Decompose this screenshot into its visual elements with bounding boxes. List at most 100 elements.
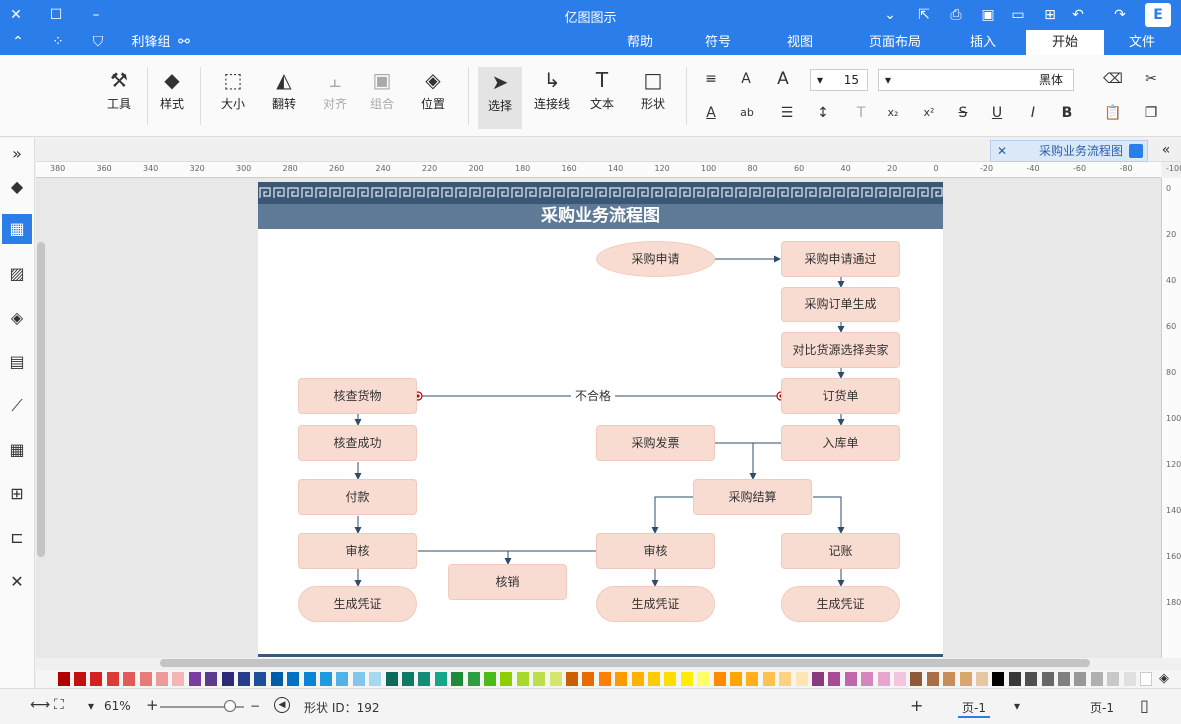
new-icon[interactable]: ⊞ xyxy=(1040,5,1060,25)
save-icon[interactable]: ▣ xyxy=(978,5,998,25)
color-swatch[interactable] xyxy=(303,672,316,686)
node-request-approved[interactable]: 采购申请通过 xyxy=(781,241,900,277)
highlight-icon[interactable]: ab xyxy=(736,102,758,124)
tab-page-layout[interactable]: 页面布局 xyxy=(860,30,930,55)
node-review-middle[interactable]: 审核 xyxy=(596,533,715,569)
text-style-icon[interactable]: T xyxy=(850,102,872,124)
node-invoice[interactable]: 采购发票 xyxy=(596,425,715,461)
color-swatch[interactable] xyxy=(336,672,349,686)
decrease-font-icon[interactable]: A xyxy=(735,68,757,90)
collapse-ribbon-icon[interactable]: ⌃ xyxy=(8,32,28,52)
text-button[interactable]: T 文本 xyxy=(580,65,624,112)
color-swatch[interactable] xyxy=(1123,672,1136,686)
org-icon[interactable]: ⊞ xyxy=(5,482,29,506)
paste-icon[interactable]: 📋 xyxy=(1102,102,1124,124)
color-swatch[interactable] xyxy=(156,672,168,686)
color-swatch[interactable] xyxy=(188,672,201,686)
color-swatch[interactable] xyxy=(402,672,414,686)
color-swatch[interactable] xyxy=(648,672,660,686)
align-button[interactable]: ⫠ 对齐 xyxy=(313,65,357,112)
tab-view[interactable]: 视图 xyxy=(772,30,828,55)
color-swatch[interactable] xyxy=(500,672,513,686)
tab-symbol[interactable]: 符号 xyxy=(690,30,746,55)
page-list-icon[interactable]: ▯ xyxy=(1140,696,1149,715)
tools-button[interactable]: ⚒ 工具 xyxy=(97,65,141,112)
color-swatch[interactable] xyxy=(664,672,677,686)
color-swatch[interactable] xyxy=(238,672,250,686)
tab-insert[interactable]: 插入 xyxy=(955,30,1011,55)
zoom-in-icon[interactable]: + xyxy=(146,696,159,714)
color-swatch[interactable] xyxy=(926,672,939,686)
node-purchase-request[interactable]: 采购申请 xyxy=(596,241,715,277)
flip-button[interactable]: ◭ 翻转 xyxy=(262,65,306,112)
tab-file[interactable]: 文件 xyxy=(1114,30,1170,55)
color-swatch[interactable] xyxy=(1140,672,1152,686)
node-settlement[interactable]: 采购结算 xyxy=(693,479,812,515)
apps-icon[interactable]: ⁘ xyxy=(48,32,68,52)
color-swatch[interactable] xyxy=(451,672,464,686)
tab-home[interactable]: 开始 xyxy=(1026,30,1104,55)
color-swatch[interactable] xyxy=(1008,672,1021,686)
color-swatch[interactable] xyxy=(746,672,759,686)
color-swatch[interactable] xyxy=(385,672,398,686)
color-swatch[interactable] xyxy=(123,672,136,686)
font-name-select[interactable]: ▾ 黑体 xyxy=(878,69,1074,91)
fill-bucket-icon[interactable]: ◈ xyxy=(1154,672,1174,686)
color-swatch[interactable] xyxy=(910,672,923,686)
color-swatch[interactable] xyxy=(959,672,972,686)
color-swatch[interactable] xyxy=(172,672,185,686)
document-tab[interactable]: ✕ 采购业务流程图 xyxy=(990,140,1148,162)
color-swatch[interactable] xyxy=(418,672,431,686)
line-spacing-icon[interactable]: ≡ xyxy=(700,68,722,90)
color-swatch[interactable] xyxy=(713,672,726,686)
font-size-select[interactable]: ▾ 15 xyxy=(810,69,868,91)
node-compare-suppliers[interactable]: 对比货源选择卖家 xyxy=(781,332,900,368)
format-icon[interactable]: ⊏ xyxy=(5,526,29,550)
node-order-form[interactable]: 订货单 xyxy=(781,378,900,414)
color-swatch[interactable] xyxy=(615,672,628,686)
fit-page-icon[interactable]: ⛶ xyxy=(54,697,64,713)
color-swatch[interactable] xyxy=(1107,672,1120,686)
spacing-icon[interactable]: ↕ xyxy=(812,102,834,124)
fill-icon[interactable]: ◆ xyxy=(5,175,29,199)
bold-icon[interactable]: B xyxy=(1056,102,1078,124)
color-swatch[interactable] xyxy=(434,672,447,686)
page-selector[interactable]: 页-1 xyxy=(1090,699,1114,716)
node-check-success[interactable]: 核查成功 xyxy=(298,425,417,461)
color-swatch[interactable] xyxy=(812,672,824,686)
color-swatch[interactable] xyxy=(90,672,103,686)
connector-button[interactable]: ↳ 连接线 xyxy=(530,65,574,112)
italic-icon[interactable]: I xyxy=(1022,102,1044,124)
add-page-button[interactable]: + xyxy=(910,696,923,715)
color-swatch[interactable] xyxy=(697,672,710,686)
strikethrough-icon[interactable]: S xyxy=(952,102,974,124)
group-button[interactable]: ▣ 组合 xyxy=(360,65,404,112)
node-check-goods[interactable]: 核查货物 xyxy=(298,378,417,414)
share-icon[interactable]: ⇱ xyxy=(914,5,934,25)
print-icon[interactable]: ⎙ xyxy=(946,5,966,25)
color-swatch[interactable] xyxy=(631,672,644,686)
color-swatch[interactable] xyxy=(139,672,152,686)
expand-icon[interactable]: » xyxy=(5,142,29,166)
color-swatch[interactable] xyxy=(1058,672,1070,686)
node-review-left[interactable]: 审核 xyxy=(298,533,417,569)
position-button[interactable]: ◈ 位置 xyxy=(411,65,455,112)
node-payment[interactable]: 付款 xyxy=(298,479,417,515)
cut-icon[interactable]: ✂ xyxy=(1140,68,1162,90)
color-swatch[interactable] xyxy=(680,672,693,686)
chevron-down-icon[interactable]: ⌄ xyxy=(880,5,900,25)
color-swatch[interactable] xyxy=(74,672,86,686)
tab-help[interactable]: 帮助 xyxy=(612,30,668,55)
chart-icon[interactable]: ⟋ xyxy=(5,394,29,418)
chevron-down-icon[interactable]: ▾ xyxy=(88,699,94,713)
color-swatch[interactable] xyxy=(1090,672,1103,686)
color-swatch[interactable] xyxy=(516,672,529,686)
color-swatch[interactable] xyxy=(779,672,792,686)
color-swatch[interactable] xyxy=(106,672,119,686)
underline-icon[interactable]: U xyxy=(986,102,1008,124)
color-swatch[interactable] xyxy=(287,672,300,686)
theme-label[interactable]: 利锋组 xyxy=(126,30,176,55)
color-swatch[interactable] xyxy=(1041,672,1054,686)
color-swatch[interactable] xyxy=(270,672,283,686)
undo-icon[interactable]: ↶ xyxy=(1068,5,1088,25)
